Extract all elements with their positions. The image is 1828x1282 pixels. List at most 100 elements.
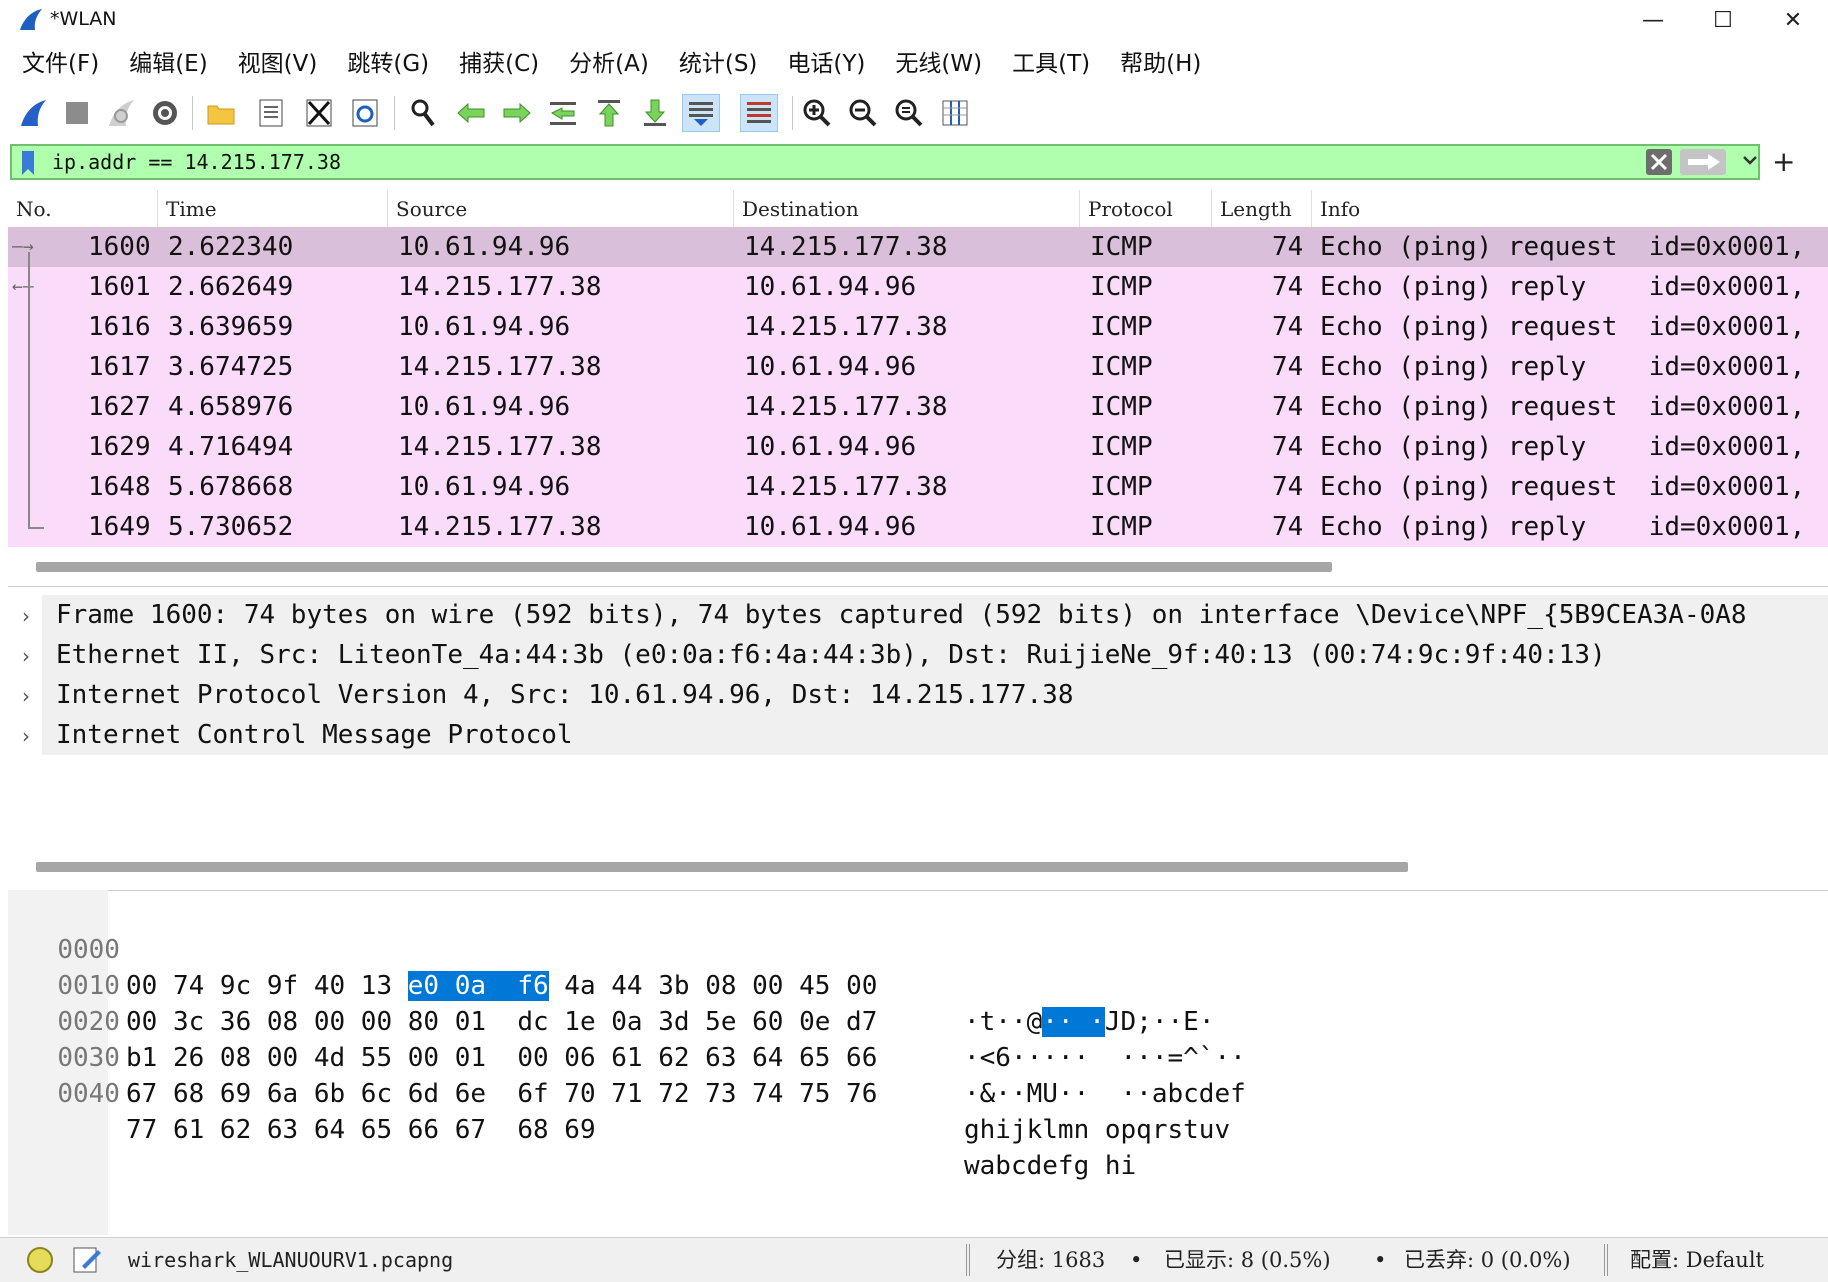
col-header-destination[interactable]: Destination [734, 190, 1080, 228]
packet-protocol: ICMP [1090, 352, 1153, 382]
packet-row[interactable]: 1649 5.730652 14.215.177.38 10.61.94.96 … [8, 507, 1828, 547]
packet-destination: 10.61.94.96 [744, 272, 917, 302]
expand-chevron-right-icon[interactable]: › [22, 724, 30, 748]
byte-hex: 67 68 69 6a 6b 6c 6d 6e 6f 70 71 72 73 7… [126, 1079, 878, 1109]
stop-capture-icon[interactable] [58, 94, 96, 132]
resize-columns-icon[interactable] [936, 94, 974, 132]
status-divider[interactable] [1604, 1244, 1608, 1276]
packet-info: Echo (ping) request id=0x0001, [1320, 392, 1806, 422]
detail-icmp[interactable]: Internet Control Message Protocol [42, 715, 1828, 755]
byte-row[interactable]: 0000 00 74 9c 9f 40 13 e0 0a f6 4a 44 3b… [26, 896, 1326, 1037]
detail-frame[interactable]: Frame 1600: 74 bytes on wire (592 bits),… [42, 595, 1828, 635]
status-separator-dot: • [1374, 1248, 1387, 1272]
menu-file[interactable]: 文件(F) [0, 42, 114, 86]
packet-length: 74 [1272, 392, 1304, 422]
packet-source: 14.215.177.38 [398, 512, 602, 542]
status-dropped-count: 已丢弃: 0 (0.0%) [1404, 1248, 1571, 1272]
normal-size-icon[interactable] [890, 94, 928, 132]
expert-info-status-icon[interactable] [26, 1246, 54, 1279]
packet-length: 74 [1272, 352, 1304, 382]
menu-go[interactable]: 跳转(G) [332, 42, 444, 86]
packet-time: 2.622340 [168, 232, 294, 262]
menu-analyze[interactable]: 分析(A) [554, 42, 664, 86]
go-back-arrow-icon[interactable] [452, 94, 490, 132]
reload-file-icon[interactable] [346, 94, 384, 132]
menu-help[interactable]: 帮助(H) [1105, 42, 1216, 86]
status-profile[interactable]: 配置: Default [1630, 1238, 1764, 1282]
request-arrow-icon: —→ [12, 236, 34, 257]
expand-chevron-right-icon[interactable]: › [22, 604, 30, 628]
packet-info: Echo (ping) reply id=0x0001, [1320, 432, 1806, 462]
expand-chevron-right-icon[interactable]: › [22, 644, 30, 668]
packet-row[interactable]: 1629 4.716494 14.215.177.38 10.61.94.96 … [8, 427, 1828, 467]
packet-no: 1629 [88, 432, 151, 462]
menu-telephony[interactable]: 电话(Y) [772, 42, 880, 86]
byte-ascii: wabcdefg hi [964, 1151, 1137, 1181]
details-hscrollbar[interactable] [36, 862, 1408, 872]
packet-list-hscrollbar[interactable] [36, 562, 1332, 572]
capture-comment-pencil-icon[interactable] [72, 1244, 102, 1279]
zoom-out-icon[interactable] [844, 94, 882, 132]
menu-wireless[interactable]: 无线(W) [880, 42, 997, 86]
close-file-icon[interactable] [300, 94, 338, 132]
packet-time: 5.678668 [168, 472, 294, 502]
packet-no: 1617 [88, 352, 151, 382]
detail-ethernet[interactable]: Ethernet II, Src: LiteonTe_4a:44:3b (e0:… [42, 635, 1828, 675]
capture-options-gear-icon[interactable] [146, 94, 184, 132]
display-filter-input[interactable] [48, 146, 1656, 178]
detail-ipv4[interactable]: Internet Protocol Version 4, Src: 10.61.… [42, 675, 1828, 715]
menu-edit[interactable]: 编辑(E) [114, 42, 222, 86]
expand-chevron-right-icon[interactable]: › [22, 684, 30, 708]
menu-statistics[interactable]: 统计(S) [664, 42, 773, 86]
col-header-protocol[interactable]: Protocol [1080, 190, 1212, 228]
toolbar-separator [792, 96, 793, 130]
first-packet-arrow-up-icon[interactable] [590, 94, 628, 132]
byte-row[interactable]: 0010 00 3c 36 08 00 00 80 01 dc 1e 0a 3d… [26, 932, 1326, 1073]
col-header-info[interactable]: Info [1312, 190, 1828, 228]
packet-row[interactable]: —→ 1600 2.622340 10.61.94.96 14.215.177.… [8, 227, 1828, 267]
apply-filter-arrow-icon[interactable] [1680, 149, 1726, 179]
packet-destination: 10.61.94.96 [744, 512, 917, 542]
save-file-icon[interactable] [252, 94, 290, 132]
menu-tools[interactable]: 工具(T) [997, 42, 1105, 86]
col-header-no[interactable]: No. [8, 190, 158, 228]
filter-history-chevron-down-icon[interactable] [1742, 152, 1758, 172]
minimize-button[interactable]: — [1618, 0, 1688, 40]
close-button[interactable]: ✕ [1758, 0, 1828, 40]
packet-row[interactable]: ←— 1601 2.662649 14.215.177.38 10.61.94.… [8, 267, 1828, 307]
status-divider[interactable] [966, 1244, 970, 1276]
menu-capture[interactable]: 捕获(C) [444, 42, 554, 86]
col-header-time[interactable]: Time [158, 190, 388, 228]
packet-source: 14.215.177.38 [398, 272, 602, 302]
restart-capture-icon[interactable] [102, 94, 140, 132]
colorize-list-icon[interactable] [740, 94, 778, 132]
autoscroll-icon[interactable] [682, 94, 720, 132]
zoom-in-icon[interactable] [798, 94, 836, 132]
packet-row[interactable]: 1648 5.678668 10.61.94.96 14.215.177.38 … [8, 467, 1828, 507]
go-forward-arrow-icon[interactable] [498, 94, 536, 132]
packet-row[interactable]: 1617 3.674725 14.215.177.38 10.61.94.96 … [8, 347, 1828, 387]
menu-view[interactable]: 视图(V) [223, 42, 333, 86]
related-packets-line-end [28, 527, 44, 529]
last-packet-arrow-down-icon[interactable] [636, 94, 674, 132]
packet-source: 14.215.177.38 [398, 352, 602, 382]
byte-row[interactable]: 0030 67 68 69 6a 6b 6c 6d 6e 6f 70 71 72… [26, 1004, 1326, 1145]
packet-no: 1616 [88, 312, 151, 342]
col-header-source[interactable]: Source [388, 190, 734, 228]
byte-row[interactable]: 0020 b1 26 08 00 4d 55 00 01 00 06 61 62… [26, 968, 1326, 1109]
clear-filter-icon[interactable] [1646, 149, 1672, 179]
packet-row[interactable]: 1627 4.658976 10.61.94.96 14.215.177.38 … [8, 387, 1828, 427]
byte-row[interactable]: 0040 77 61 62 63 64 65 66 67 68 69 wabcd… [26, 1040, 1326, 1181]
packet-protocol: ICMP [1090, 392, 1153, 422]
start-capture-fin-icon[interactable] [14, 94, 52, 132]
open-folder-icon[interactable] [202, 94, 240, 132]
find-packet-magnifier-icon[interactable] [404, 94, 442, 132]
packet-source: 10.61.94.96 [398, 472, 571, 502]
go-to-packet-icon[interactable] [544, 94, 582, 132]
add-filter-button[interactable]: + [1772, 144, 1795, 180]
col-header-length[interactable]: Length [1212, 190, 1312, 228]
maximize-button[interactable]: ☐ [1688, 0, 1758, 40]
packet-row[interactable]: 1616 3.639659 10.61.94.96 14.215.177.38 … [8, 307, 1828, 347]
filter-bookmark-icon[interactable] [20, 150, 36, 180]
byte-ascii: ghijklmn opqrstuv [964, 1115, 1231, 1145]
